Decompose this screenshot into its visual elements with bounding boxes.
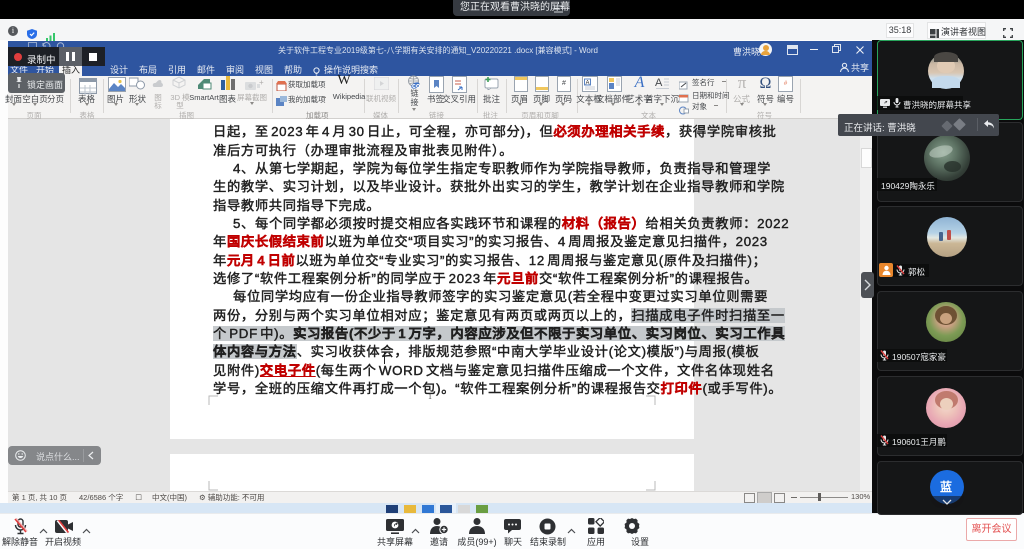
svg-text:A: A (586, 81, 590, 87)
svg-text:A: A (655, 77, 663, 89)
